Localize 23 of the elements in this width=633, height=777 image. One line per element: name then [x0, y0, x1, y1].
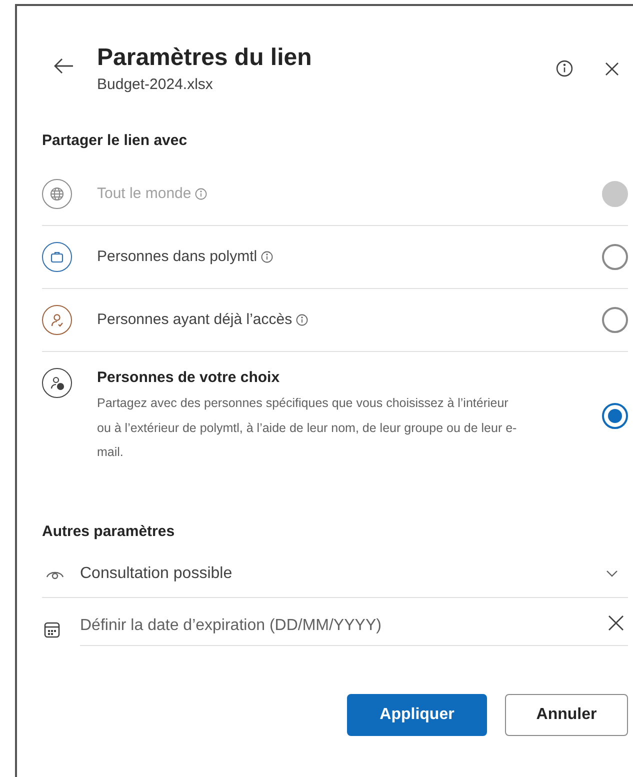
back-arrow-icon[interactable] — [53, 57, 75, 75]
calendar-icon — [43, 620, 61, 638]
info-icon[interactable] — [296, 314, 308, 326]
option-description: Partagez avec des personnes spécifiques que vous choisissez à l’intérieur ou à l’extérieur de polymtl, à l’aide de leur nom, de leur groupe ou de leur e-mail. — [97, 395, 518, 461]
option-label[interactable]: Personnes dans polymtl — [97, 247, 258, 267]
radio-button[interactable] — [602, 244, 628, 270]
chevron-down-icon — [606, 570, 618, 578]
primary-button[interactable]: Appliquer — [347, 694, 487, 736]
section-heading: Autres paramètres — [42, 522, 175, 542]
info-icon[interactable] — [556, 60, 573, 77]
info-icon[interactable] — [261, 251, 274, 263]
secondary-button[interactable]: Annuler — [505, 694, 628, 736]
close-icon[interactable] — [605, 62, 619, 76]
radio-button[interactable] — [602, 307, 628, 333]
permission-dropdown[interactable]: Consultation possible — [42, 552, 628, 598]
file-name: Budget-2024.xlsx — [97, 75, 214, 95]
option-label[interactable]: Personnes ayant déjà l’accès — [97, 310, 292, 330]
option-label[interactable]: Personnes de votre choix — [97, 368, 280, 388]
expiration-date-field[interactable]: Définir la date d’expiration (DD/MM/YYYY) — [80, 608, 628, 646]
radio-button[interactable] — [602, 403, 628, 430]
section-heading: Partager le lien avec — [42, 131, 188, 151]
clear-icon[interactable] — [608, 614, 624, 630]
dialog-title: Paramètres du lien — [97, 43, 312, 73]
